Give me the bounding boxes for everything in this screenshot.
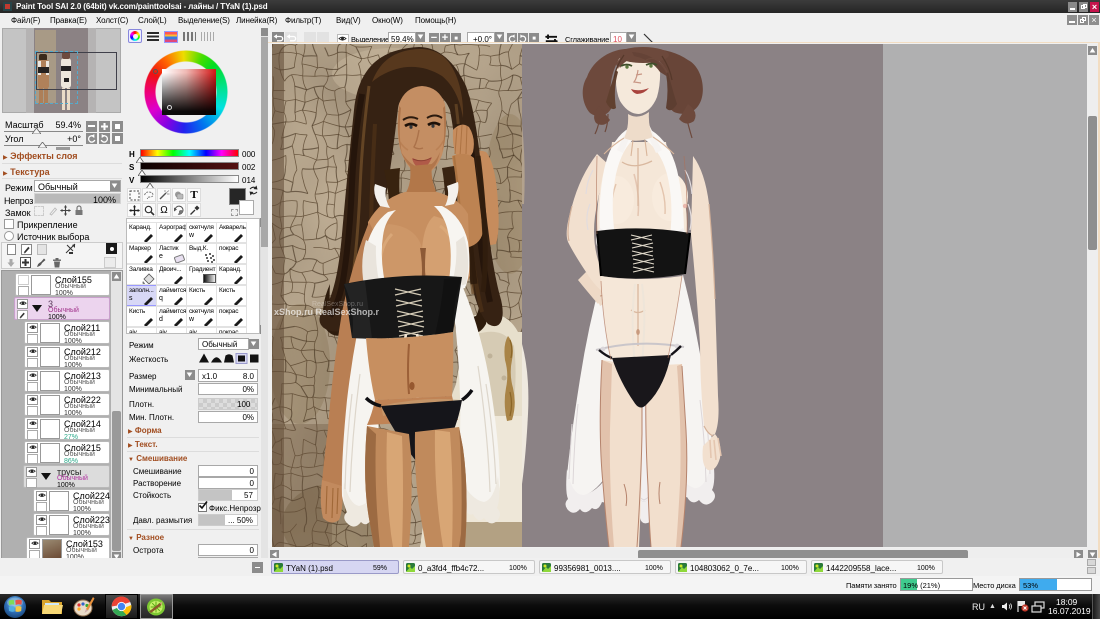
- svg-text:xShop.ru RealSexShop.r: xShop.ru RealSexShop.r: [274, 307, 380, 317]
- svg-text:RealSexShop.ru: RealSexShop.ru: [312, 301, 363, 308]
